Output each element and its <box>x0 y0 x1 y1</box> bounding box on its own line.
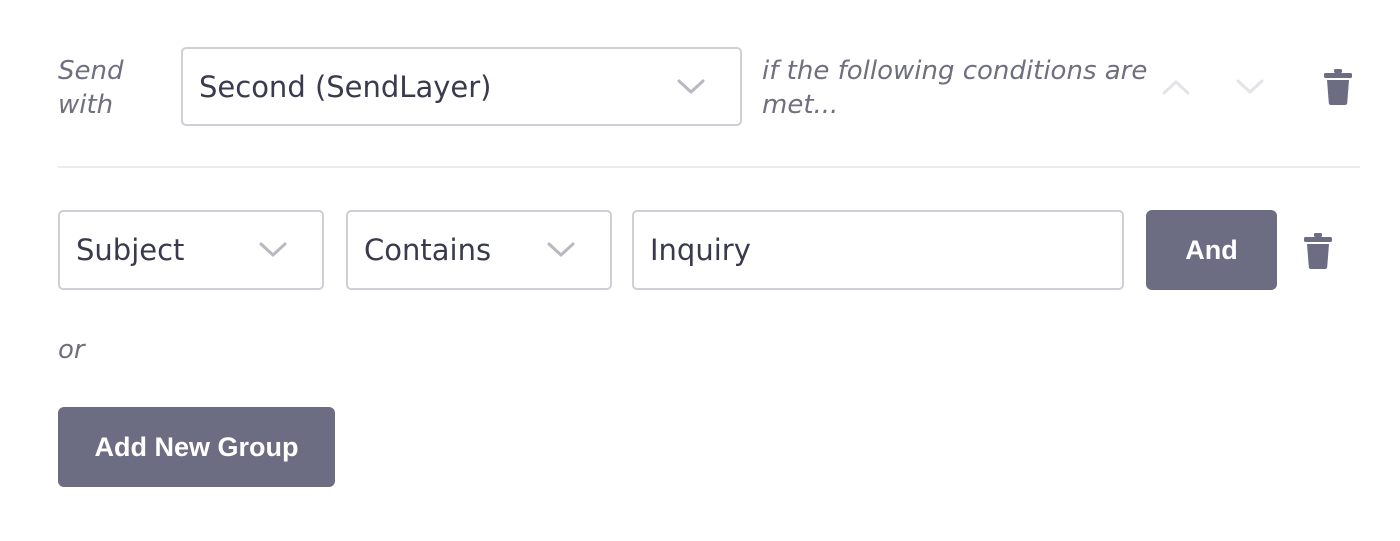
conditions-label-line1: if the following conditions are <box>762 56 1148 86</box>
or-label: or <box>58 335 85 365</box>
delete-condition-button[interactable] <box>1300 232 1336 270</box>
connection-select-value: Second (SendLayer) <box>199 69 492 104</box>
chevron-up-icon <box>1162 80 1190 95</box>
chevron-down-icon <box>547 242 575 257</box>
conditions-label-line2: met... <box>762 90 839 120</box>
chevron-down-icon <box>259 242 287 257</box>
and-button[interactable]: And <box>1146 210 1277 290</box>
chevron-down-icon <box>1236 79 1264 94</box>
operator-select[interactable]: Contains <box>346 210 612 290</box>
send-with-label-line1: Send <box>58 56 124 86</box>
add-new-group-button[interactable]: Add New Group <box>58 407 335 487</box>
send-with-label-line2: with <box>58 90 114 120</box>
connection-select[interactable]: Second (SendLayer) <box>181 47 742 126</box>
conditions-label: if the following conditions are met... <box>762 54 1152 122</box>
chevron-down-icon <box>677 79 705 93</box>
move-down-button[interactable] <box>1232 70 1268 104</box>
field-select[interactable]: Subject <box>58 210 324 290</box>
send-with-label: Send with <box>58 54 168 122</box>
delete-rule-button[interactable] <box>1320 68 1356 106</box>
trash-icon <box>1304 233 1332 269</box>
condition-value-input[interactable] <box>632 210 1124 290</box>
move-up-button[interactable] <box>1158 70 1194 104</box>
section-divider <box>58 166 1360 168</box>
trash-icon <box>1324 69 1352 105</box>
